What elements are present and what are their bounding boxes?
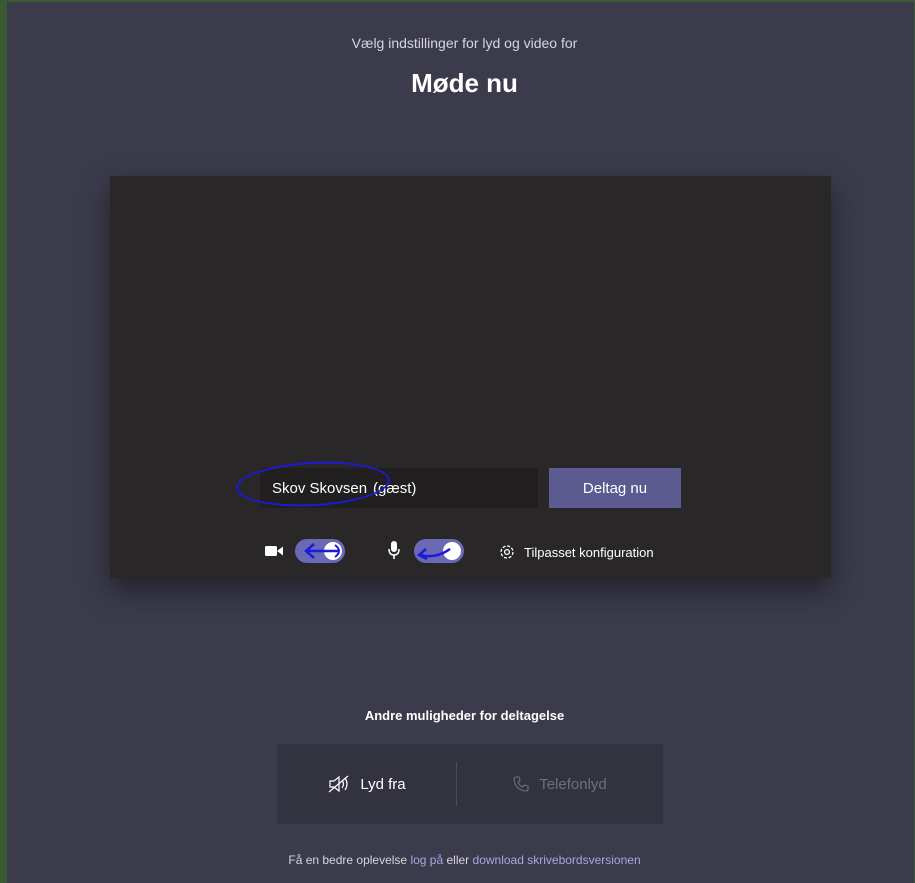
name-input[interactable]: Skov Skovsen (gæst) [260,468,538,508]
phone-icon [513,776,529,792]
annotation-arrow-icon [304,543,340,559]
microphone-icon [388,541,400,564]
speaker-off-icon [328,775,349,793]
phone-audio-label: Telefonlyd [539,775,607,793]
phone-audio-option: Telefonlyd [457,744,663,824]
custom-config-button[interactable]: Tilpasset konfiguration [498,542,654,562]
video-preview [110,176,831,578]
audio-off-label: Lyd fra [360,775,406,793]
meeting-title: Møde nu [411,68,518,98]
other-options-panel: Lyd fra Telefonlyd [277,744,663,824]
audio-off-option[interactable]: Lyd fra [277,744,457,824]
camera-icon [265,544,283,562]
microphone-toggle[interactable] [414,539,464,563]
guest-label: (gæst) [373,480,417,497]
login-link[interactable]: log på [410,853,443,867]
footer-prefix: Få en bedre oplevelse [288,853,408,867]
prejoin-subtitle: Vælg indstillinger for lyd og video for [351,35,578,51]
app-window: Vælg indstillinger for lyd og video for … [0,0,915,883]
download-desktop-link[interactable]: download skrivebordsversionen [473,853,641,867]
custom-config-label: Tilpasset konfiguration [524,544,654,560]
name-value: Skov Skovsen [272,480,368,497]
other-options-title: Andre muligheder for deltagelse [364,708,565,723]
gear-icon [500,545,514,559]
camera-toggle[interactable] [295,539,345,563]
footer-text: Få en bedre oplevelse log på eller downl… [7,853,915,867]
annotation-arrow-icon [416,547,451,561]
footer-middle: eller [446,853,470,867]
join-now-button[interactable]: Deltag nu [549,468,681,508]
